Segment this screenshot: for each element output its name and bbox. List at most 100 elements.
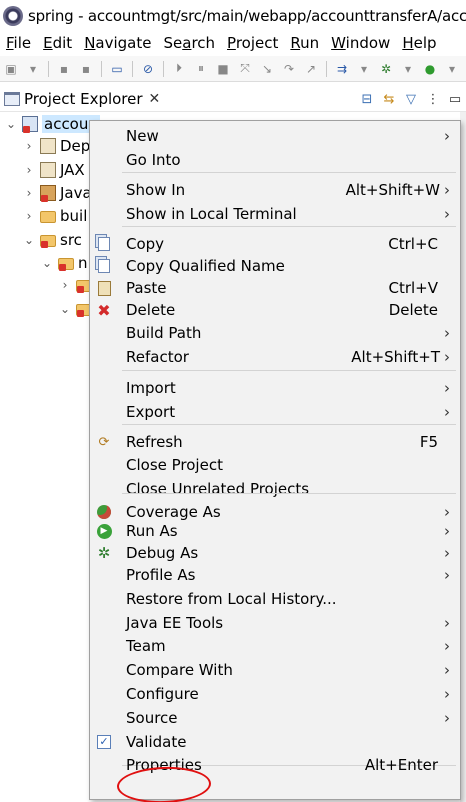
menu-item-close-project[interactable]: Close Project <box>90 454 460 476</box>
menu-item-properties[interactable]: Properties Alt+Enter <box>90 754 460 776</box>
menu-project[interactable]: Project <box>221 34 284 52</box>
step-into-icon[interactable]: ↘ <box>258 60 276 78</box>
tree-item[interactable]: ⌄ src <box>22 228 82 251</box>
menu-item-paste[interactable]: Paste Ctrl+V <box>90 277 460 299</box>
resume-icon[interactable]: ⏵ <box>170 60 188 78</box>
disconnect-icon[interactable]: ⤧ <box>236 60 254 78</box>
submenu-arrow-icon: › <box>444 503 450 521</box>
menu-item-close-unrelated-projects[interactable]: Close Unrelated Projects <box>90 478 460 500</box>
menu-item-configure[interactable]: Configure › <box>90 683 460 705</box>
menu-item-validate[interactable]: ✓ Validate <box>90 731 460 753</box>
expanded-twisty-icon[interactable]: ⌄ <box>22 233 36 247</box>
minimize-icon[interactable]: ▭ <box>444 88 466 110</box>
new-wizard-icon[interactable]: ▣ <box>2 60 20 78</box>
expanded-twisty-icon[interactable]: ⌄ <box>58 302 72 316</box>
menu-item-copy-qualified-name[interactable]: Copy Qualified Name <box>90 255 460 277</box>
menu-search[interactable]: Search <box>157 34 221 52</box>
collapsed-twisty-icon[interactable]: › <box>22 163 36 177</box>
tree-item[interactable]: › JAX <box>22 158 85 181</box>
collapsed-twisty-icon[interactable]: › <box>58 278 72 292</box>
collapsed-twisty-icon[interactable]: › <box>22 186 36 200</box>
menu-item-team[interactable]: Team › <box>90 635 460 657</box>
submenu-arrow-icon: › <box>444 403 450 421</box>
menu-item-export[interactable]: Export › <box>90 401 460 423</box>
submenu-arrow-icon: › <box>444 127 450 145</box>
menu-separator <box>122 370 456 371</box>
menu-label-part: ile <box>13 34 32 52</box>
dropdown-arrow-icon[interactable]: ▾ <box>399 60 417 78</box>
suspend-icon[interactable]: ⏸ <box>192 60 210 78</box>
menu-item-run-as[interactable]: ▶ Run As › <box>90 520 460 542</box>
menu-item-copy[interactable]: Copy Ctrl+C <box>90 233 460 255</box>
collapsed-twisty-icon[interactable]: › <box>22 209 36 223</box>
tree-item[interactable]: ⌄ accoun <box>4 112 100 135</box>
tree-item-label: JAX <box>60 160 85 179</box>
menu-item-show-in-local-terminal[interactable]: Show in Local Terminal › <box>90 203 460 225</box>
tree-item[interactable]: › buil <box>22 204 88 227</box>
mnemonic-letter: R <box>290 34 301 52</box>
lib-icon <box>40 137 56 154</box>
tree-item-label: src <box>60 230 82 249</box>
menu-item-new[interactable]: New › <box>90 125 460 147</box>
proj-icon <box>22 115 38 133</box>
console-icon[interactable]: ▭ <box>108 60 126 78</box>
menu-item-shortcut: Alt+Enter <box>364 756 438 774</box>
menu-item-show-in[interactable]: Show In Alt+Shift+W › <box>90 179 460 201</box>
step-over-icon[interactable]: ↷ <box>280 60 298 78</box>
terminate-icon[interactable]: ■ <box>214 60 232 78</box>
step-return-icon[interactable]: ↗ <box>302 60 320 78</box>
expanded-twisty-icon[interactable]: ⌄ <box>4 117 18 131</box>
link-with-editor-icon[interactable]: ⇆ <box>378 88 400 110</box>
tab-project-explorer[interactable]: Project Explorer ✕ <box>0 86 166 112</box>
menu-item-refresh[interactable]: ⟳ Refresh F5 <box>90 431 460 453</box>
menu-label-part: roject <box>235 34 279 52</box>
menu-item-build-path[interactable]: Build Path › <box>90 322 460 344</box>
view-menu-icon[interactable]: ⋮ <box>422 88 444 110</box>
main-toolbar: ▣ ▾ ▪ ▪ ▭ ⊘ ⏵ ⏸ ■ ⤧ ↘ ↷ ↗ ⇉ ▾ ✲ ▾ ● ▾ <box>0 56 466 82</box>
menu-item-compare-with[interactable]: Compare With › <box>90 659 460 681</box>
menu-item-profile-as[interactable]: Profile As › <box>90 564 460 586</box>
tree-item[interactable]: ⌄ n <box>40 251 88 274</box>
menu-item-label: Delete <box>126 301 176 319</box>
expanded-twisty-icon[interactable]: ⌄ <box>40 256 54 270</box>
menu-navigate[interactable]: Navigate <box>78 34 157 52</box>
menu-item-label: Source <box>126 709 178 727</box>
collapse-all-icon[interactable]: ⊟ <box>356 88 378 110</box>
menu-item-shortcut: Alt+Shift+W <box>345 181 440 199</box>
save-all-icon[interactable]: ▪ <box>77 60 95 78</box>
menu-label-part: indow <box>345 34 391 52</box>
menu-edit[interactable]: Edit <box>37 34 78 52</box>
tree-item[interactable]: › Java <box>22 181 92 204</box>
close-icon[interactable]: ✕ <box>149 91 161 107</box>
tree-item-label: n <box>78 253 88 272</box>
menu-item-label: Configure <box>126 685 199 703</box>
run-icon[interactable]: ● <box>421 60 439 78</box>
tree-item[interactable]: › Dep <box>22 134 91 157</box>
dropdown-arrow-icon[interactable]: ▾ <box>355 60 373 78</box>
debug-bug-icon[interactable]: ✲ <box>377 60 395 78</box>
menu-item-java-ee-tools[interactable]: Java EE Tools › <box>90 612 460 634</box>
menu-item-delete[interactable]: ✖ Delete Delete <box>90 299 460 321</box>
window-title: spring - accountmgt/src/main/webapp/acco… <box>28 7 466 25</box>
menu-run[interactable]: Run <box>284 34 325 52</box>
collapsed-twisty-icon[interactable]: › <box>22 139 36 153</box>
menu-item-import[interactable]: Import › <box>90 377 460 399</box>
menu-item-source[interactable]: Source › <box>90 707 460 729</box>
dropdown-arrow-icon[interactable]: ▾ <box>443 60 461 78</box>
skip-breakpoints-icon[interactable]: ⊘ <box>139 60 157 78</box>
folder-icon <box>40 210 56 223</box>
menu-help[interactable]: Help <box>396 34 442 52</box>
dropdown-arrow-icon[interactable]: ▾ <box>24 60 42 78</box>
project-explorer-header: Project Explorer ✕ ⊟ ⇆ ▽ ⋮ ▭ <box>0 86 466 112</box>
menu-item-debug-as[interactable]: ✲ Debug As › <box>90 542 460 564</box>
filter-icon[interactable]: ▽ <box>400 88 422 110</box>
menu-item-restore-from-local-history[interactable]: Restore from Local History... <box>90 588 460 610</box>
menu-item-refactor[interactable]: Refactor Alt+Shift+T › <box>90 346 460 368</box>
menu-file[interactable]: File <box>0 34 37 52</box>
menu-window[interactable]: Window <box>325 34 396 52</box>
use-step-filters-icon[interactable]: ⇉ <box>333 60 351 78</box>
mnemonic-letter: N <box>84 34 96 52</box>
submenu-arrow-icon: › <box>444 379 450 397</box>
save-icon[interactable]: ▪ <box>55 60 73 78</box>
menu-item-go-into[interactable]: Go Into <box>90 149 460 171</box>
